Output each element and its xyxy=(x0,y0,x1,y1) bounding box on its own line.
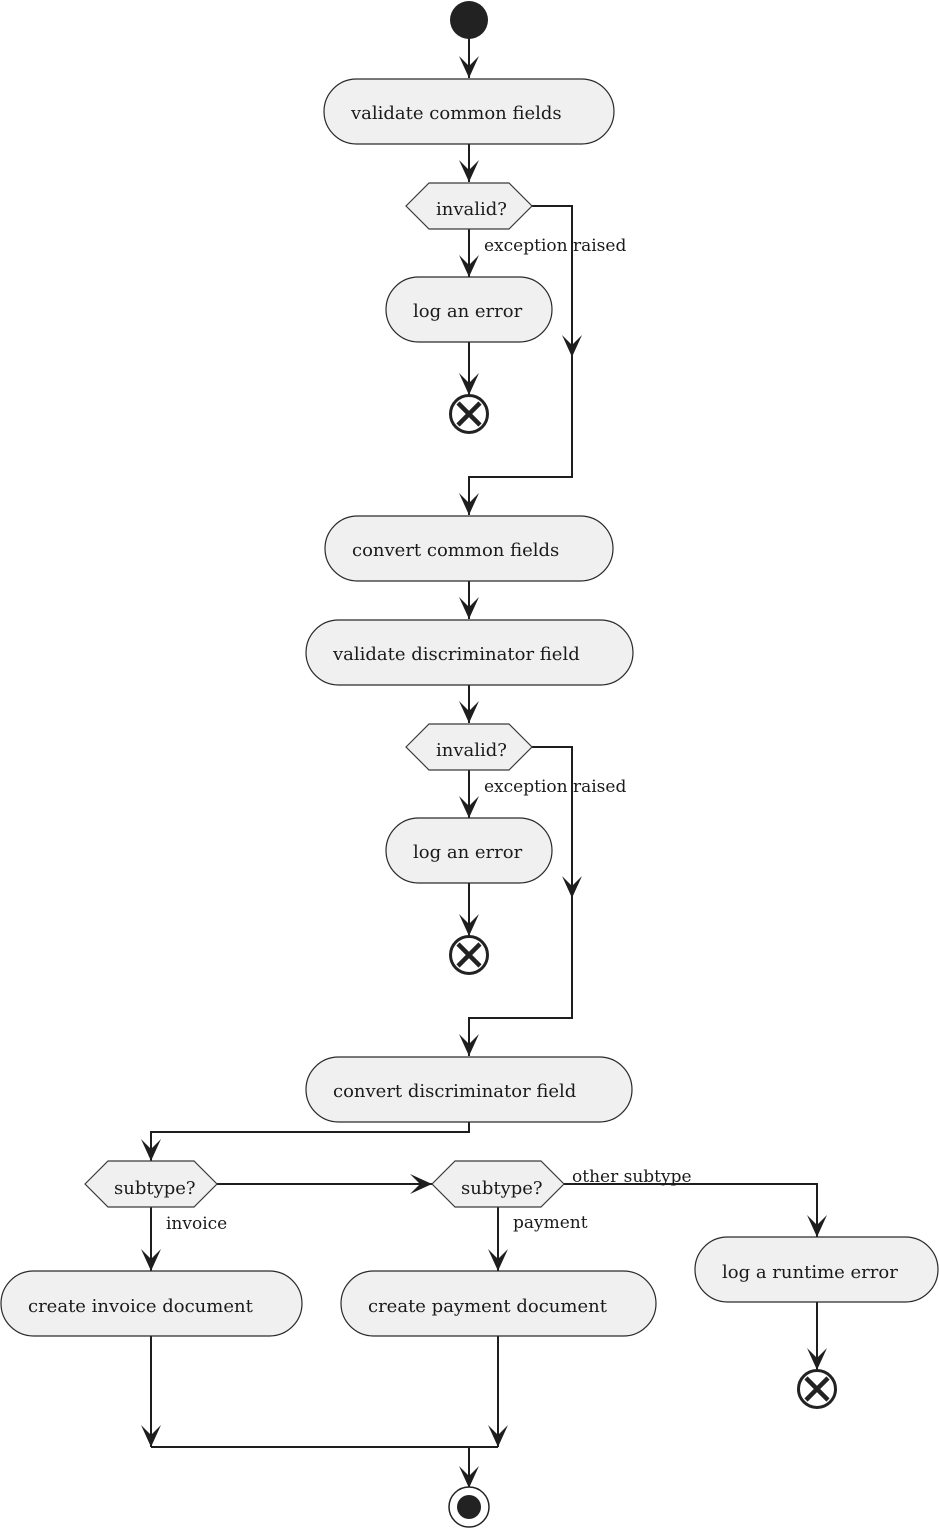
start-node xyxy=(450,1,488,39)
end-inner-dot xyxy=(457,1495,481,1519)
edge-label-other-subtype: other subtype xyxy=(572,1167,692,1187)
end-node xyxy=(448,1486,490,1528)
action-label: validate discriminator field xyxy=(332,644,580,665)
action-convert-common-fields[interactable]: convert common fields xyxy=(324,515,614,582)
action-label: validate common fields xyxy=(350,103,562,124)
action-validate-common-fields[interactable]: validate common fields xyxy=(323,78,615,145)
flow-final-node-2 xyxy=(449,935,489,975)
action-label: log an error xyxy=(413,301,523,322)
decision-label: subtype? xyxy=(114,1178,196,1199)
flow-final-node-3 xyxy=(797,1369,837,1409)
flow-final-node-1 xyxy=(449,394,489,434)
action-log-an-error-2[interactable]: log an error xyxy=(385,817,553,884)
action-label: convert discriminator field xyxy=(333,1081,576,1102)
edge-label-payment: payment xyxy=(513,1213,588,1233)
edge-subtype-2-to-log-runtime xyxy=(564,1183,818,1237)
edge-label-exception-raised: exception raised xyxy=(484,236,626,256)
activity-diagram: exception raised exception raised invoic… xyxy=(0,1,939,1528)
decision-label: invalid? xyxy=(436,199,507,220)
edge-label-invoice: invoice xyxy=(166,1214,227,1234)
action-log-an-error-1[interactable]: log an error xyxy=(385,276,553,343)
edge-convert-discriminator-to-subtype-1 xyxy=(150,1122,470,1161)
action-validate-discriminator-field[interactable]: validate discriminator field xyxy=(305,619,634,686)
decision-subtype-2[interactable]: subtype? xyxy=(431,1160,565,1208)
action-label: convert common fields xyxy=(352,540,559,561)
action-log-a-runtime-error[interactable]: log a runtime error xyxy=(694,1236,939,1303)
action-convert-discriminator-field[interactable]: convert discriminator field xyxy=(305,1056,633,1123)
decision-label: subtype? xyxy=(461,1178,543,1199)
decision-invalid-1[interactable]: invalid? xyxy=(405,182,533,230)
action-label: create invoice document xyxy=(28,1296,254,1317)
edge-label-exception-raised: exception raised xyxy=(484,777,626,797)
action-label: log a runtime error xyxy=(722,1262,898,1283)
action-label: log an error xyxy=(413,842,523,863)
decision-label: invalid? xyxy=(436,740,507,761)
action-create-payment-document[interactable]: create payment document xyxy=(340,1270,657,1337)
decision-subtype-1[interactable]: subtype? xyxy=(84,1160,218,1208)
action-label: create payment document xyxy=(368,1296,608,1317)
decision-invalid-2[interactable]: invalid? xyxy=(405,723,533,771)
action-create-invoice-document[interactable]: create invoice document xyxy=(0,1270,303,1337)
